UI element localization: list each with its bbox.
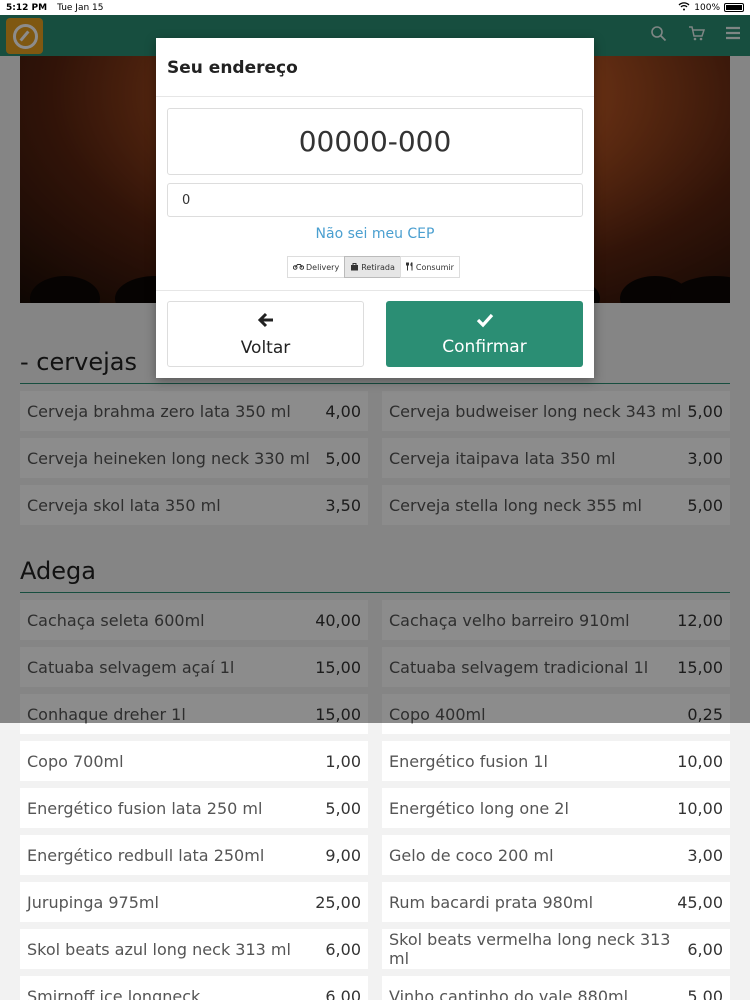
item-price: 1,00 bbox=[325, 751, 361, 771]
menu-item[interactable]: Rum bacardi prata 980ml 45,00 bbox=[382, 882, 730, 922]
battery-percent: 100% bbox=[694, 2, 720, 13]
modal-title: Seu endereço bbox=[167, 58, 298, 78]
mode-label: Retirada bbox=[361, 262, 395, 272]
status-time: 5:12 PM bbox=[6, 2, 48, 13]
item-price: 10,00 bbox=[677, 751, 723, 771]
item-name: Energético redbull lata 250ml bbox=[27, 845, 265, 865]
confirm-label: Confirmar bbox=[442, 336, 527, 357]
address-modal: Seu endereço Não sei meu CEP Delivery Re… bbox=[156, 38, 594, 378]
item-name: Energético long one 2l bbox=[389, 798, 569, 818]
menu-item[interactable]: Skol beats azul long neck 313 ml 6,00 bbox=[20, 929, 368, 969]
item-name: Copo 700ml bbox=[27, 751, 124, 771]
item-name: Gelo de coco 200 ml bbox=[389, 845, 554, 865]
item-name: Rum bacardi prata 980ml bbox=[389, 892, 594, 912]
item-name: Skol beats azul long neck 313 ml bbox=[27, 939, 291, 959]
item-price: 5,00 bbox=[687, 986, 723, 1000]
menu-item[interactable]: Energético long one 2l 10,00 bbox=[382, 788, 730, 828]
order-mode-group: Delivery Retirada Consumir bbox=[287, 256, 460, 278]
item-price: 45,00 bbox=[677, 892, 723, 912]
menu-item[interactable]: Energético redbull lata 250ml 9,00 bbox=[20, 835, 368, 875]
menu-item[interactable]: Jurupinga 975ml 25,00 bbox=[20, 882, 368, 922]
mode-pickup-button[interactable]: Retirada bbox=[344, 256, 401, 278]
address-number-input[interactable] bbox=[167, 183, 583, 217]
shopping-bag-icon bbox=[350, 262, 359, 273]
menu-item[interactable]: Gelo de coco 200 ml 3,00 bbox=[382, 835, 730, 875]
item-name: Jurupinga 975ml bbox=[27, 892, 159, 912]
modal-divider bbox=[156, 96, 594, 97]
arrow-left-icon bbox=[257, 311, 275, 334]
menu-item[interactable]: Vinho cantinho do vale 880ml 5,00 bbox=[382, 976, 730, 1000]
status-right: 100% bbox=[678, 1, 744, 14]
mode-delivery-button[interactable]: Delivery bbox=[287, 256, 346, 278]
item-name: Vinho cantinho do vale 880ml bbox=[389, 986, 629, 1000]
wifi-icon bbox=[678, 1, 690, 14]
mode-label: Delivery bbox=[306, 262, 340, 272]
status-bar: 5:12 PM Tue Jan 15 100% bbox=[0, 0, 750, 15]
menu-item[interactable]: Energético fusion 1l 10,00 bbox=[382, 741, 730, 781]
check-icon bbox=[476, 312, 494, 333]
item-name: Smirnoff ice longneck bbox=[27, 986, 201, 1000]
item-price: 6,00 bbox=[687, 939, 723, 959]
back-button[interactable]: Voltar bbox=[167, 301, 364, 367]
item-name: Energético fusion lata 250 ml bbox=[27, 798, 263, 818]
cep-input[interactable] bbox=[167, 108, 583, 175]
confirm-button[interactable]: Confirmar bbox=[386, 301, 583, 367]
item-price: 6,00 bbox=[325, 986, 361, 1000]
item-price: 3,00 bbox=[687, 845, 723, 865]
battery-icon bbox=[724, 3, 744, 12]
motorbike-icon bbox=[292, 262, 305, 272]
unknown-cep-link[interactable]: Não sei meu CEP bbox=[156, 226, 594, 242]
item-price: 5,00 bbox=[325, 798, 361, 818]
back-label: Voltar bbox=[240, 337, 291, 358]
utensils-icon bbox=[405, 261, 414, 273]
item-price: 25,00 bbox=[315, 892, 361, 912]
modal-divider bbox=[156, 290, 594, 291]
item-price: 10,00 bbox=[677, 798, 723, 818]
item-price: 6,00 bbox=[325, 939, 361, 959]
menu-item[interactable]: Copo 700ml 1,00 bbox=[20, 741, 368, 781]
item-name: Skol beats vermelha long neck 313 ml bbox=[389, 930, 671, 968]
mode-dine-in-button[interactable]: Consumir bbox=[399, 256, 460, 278]
menu-item[interactable]: Skol beats vermelha long neck 313 ml 6,00 bbox=[382, 929, 730, 969]
menu-item[interactable]: Energético fusion lata 250 ml 5,00 bbox=[20, 788, 368, 828]
mode-label: Consumir bbox=[415, 262, 454, 272]
status-date: Tue Jan 15 bbox=[57, 2, 104, 13]
menu-item[interactable]: Smirnoff ice longneck 6,00 bbox=[20, 976, 368, 1000]
item-name: Energético fusion 1l bbox=[389, 751, 548, 771]
item-price: 9,00 bbox=[325, 845, 361, 865]
